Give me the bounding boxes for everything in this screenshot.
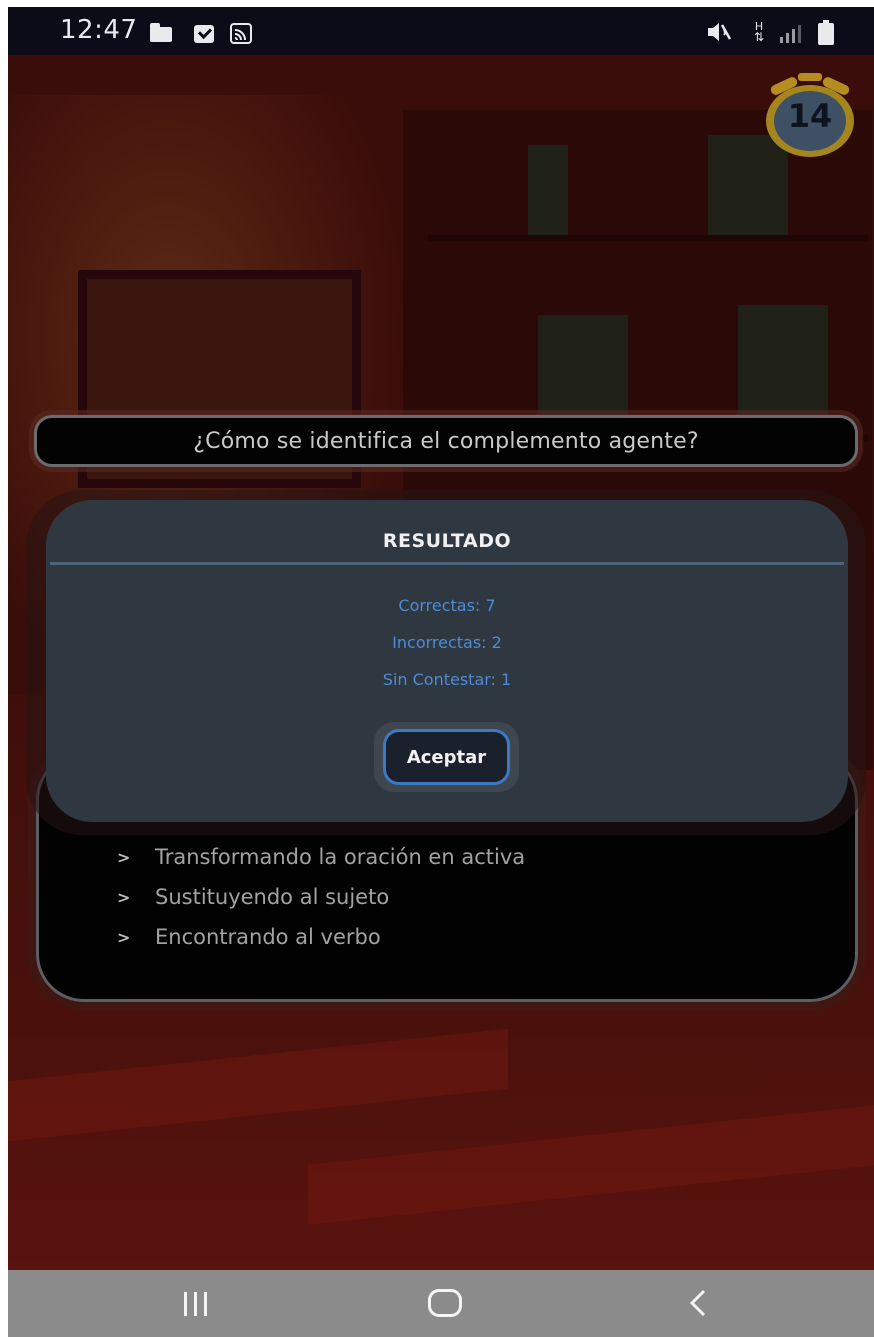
modal-title: RESULTADO — [382, 530, 512, 552]
incorrect-count: Incorrectas: 2 — [392, 633, 502, 652]
folder-icon — [150, 23, 172, 42]
unanswered-count: Sin Contestar: 1 — [382, 670, 512, 689]
cast-icon — [230, 23, 252, 44]
navigation-bar — [8, 1270, 874, 1337]
recents-icon[interactable] — [184, 1292, 214, 1316]
floor-stripe — [8, 1028, 508, 1142]
chevron-right-icon: > — [117, 887, 131, 907]
answer-label: Transformando la oración en activa — [155, 845, 526, 869]
mute-icon — [706, 21, 732, 49]
answer-option[interactable]: > Transformando la oración en activa — [117, 845, 525, 869]
answer-label: Encontrando al verbo — [155, 925, 381, 949]
chevron-right-icon: > — [117, 927, 131, 947]
correct-count: Correctas: 7 — [398, 596, 496, 615]
home-icon[interactable] — [428, 1289, 462, 1317]
back-icon[interactable] — [684, 1288, 714, 1318]
chevron-right-icon: > — [117, 847, 131, 867]
timer-button — [798, 73, 822, 81]
signal-icon — [778, 25, 802, 43]
answer-option[interactable]: > Sustituyendo al sujeto — [117, 885, 389, 909]
stopwatch-timer: 14 — [764, 73, 856, 157]
battery-icon — [818, 20, 834, 45]
timer-value: 14 — [787, 97, 833, 135]
question-bar: ¿Cómo se identifica el complemento agent… — [34, 415, 858, 467]
modal-divider — [50, 562, 844, 565]
status-time: 12:47 — [60, 15, 138, 45]
book — [528, 145, 568, 235]
accept-button[interactable]: Aceptar — [383, 729, 510, 785]
answer-option[interactable]: > Encontrando al verbo — [117, 925, 381, 949]
answer-label: Sustituyendo al sujeto — [155, 885, 390, 909]
check-icon — [194, 25, 214, 43]
data-icon: H ⇅ — [750, 21, 768, 43]
floor-stripe — [308, 1105, 874, 1225]
shelf-line — [428, 235, 868, 241]
result-modal: RESULTADO Correctas: 7 Incorrectas: 2 Si… — [46, 500, 848, 822]
question-text: ¿Cómo se identifica el complemento agent… — [193, 428, 699, 454]
phone-screen: 12:47 H ⇅ 14 ¿Cómo se identifica el comp… — [8, 7, 874, 1337]
status-bar: 12:47 H ⇅ — [8, 7, 874, 55]
